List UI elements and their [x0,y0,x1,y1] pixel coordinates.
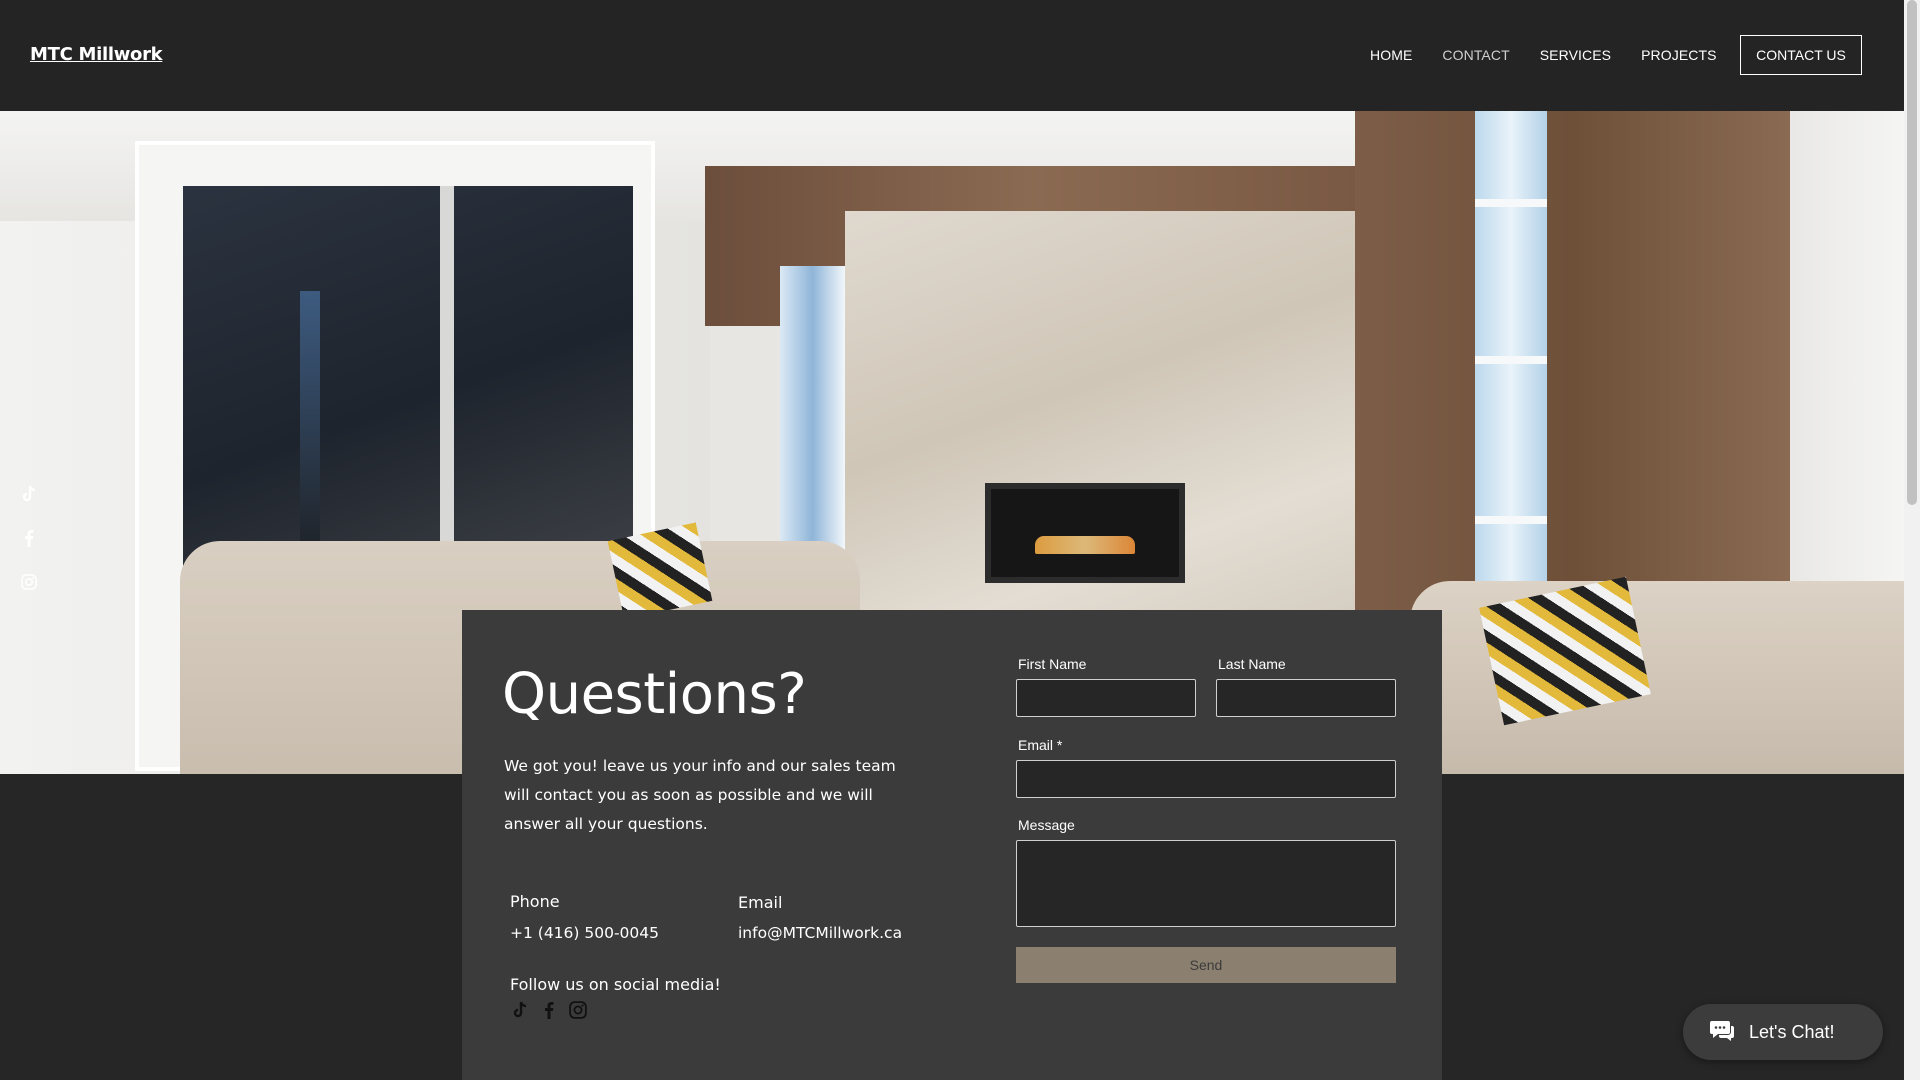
last-name-label: Last Name [1218,656,1286,672]
side-social-bar [19,484,39,592]
first-name-label: First Name [1018,656,1087,672]
site-header: MTC Millwork HOME CONTACT SERVICES PROJE… [0,0,1904,111]
panel-description: We got you! leave us your info and our s… [504,757,896,833]
email-field-label: Email * [1018,737,1063,753]
chat-bubble-icon [1709,1018,1735,1047]
email-label: Email [738,893,783,912]
email-field[interactable] [1016,760,1396,798]
instagram-icon[interactable] [568,1000,588,1020]
main-nav: HOME CONTACT SERVICES PROJECTS [1370,47,1747,63]
contact-us-button[interactable]: CONTACT US [1740,35,1862,75]
hero-fireplace-flame [1035,536,1135,554]
hero-niche-shelf [1475,199,1547,207]
nav-services[interactable]: SERVICES [1540,47,1611,63]
page-title: Questions? [502,662,807,727]
tiktok-icon[interactable] [19,484,39,504]
chat-label: Let's Chat! [1749,1021,1835,1042]
tiktok-icon[interactable] [510,1000,530,1020]
message-field[interactable] [1016,840,1396,927]
contact-panel: Questions? We got you! leave us your inf… [462,610,1442,1080]
phone-label: Phone [510,892,560,911]
nav-contact[interactable]: CONTACT [1442,47,1509,63]
nav-projects[interactable]: PROJECTS [1641,47,1716,63]
nav-home[interactable]: HOME [1370,47,1412,63]
phone-value[interactable]: +1 (416) 500-0045 [510,924,659,942]
facebook-icon[interactable] [19,528,39,548]
send-button[interactable]: Send [1016,947,1396,983]
instagram-icon[interactable] [19,572,39,592]
chat-widget-button[interactable]: Let's Chat! [1683,1004,1883,1060]
hero-glass-reflection [300,291,320,541]
message-label: Message [1018,817,1075,833]
facebook-icon[interactable] [539,1000,559,1020]
hero-niche-shelf [1475,516,1547,524]
panel-social-icons [510,1000,588,1020]
site-logo[interactable]: MTC Millwork [30,44,163,65]
email-value[interactable]: info@MTCMillwork.ca [738,924,902,942]
hero-niche-shelf [1475,356,1547,364]
social-label: Follow us on social media! [510,975,721,994]
first-name-field[interactable] [1016,679,1196,717]
scrollbar-thumb[interactable] [1907,0,1917,505]
last-name-field[interactable] [1216,679,1396,717]
hero-fireplace [985,483,1185,583]
